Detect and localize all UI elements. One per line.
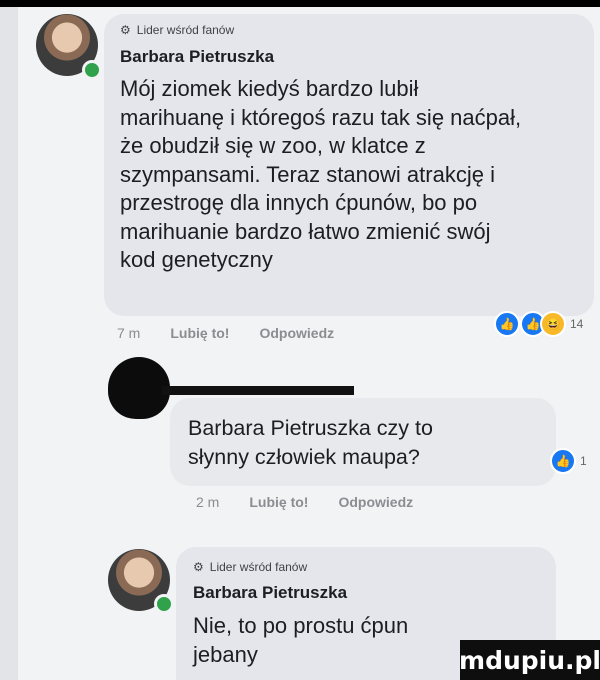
haha-reaction-icon: 😆 bbox=[540, 311, 566, 337]
top-black-bar bbox=[0, 0, 600, 7]
like-link[interactable]: Lubię to! bbox=[170, 325, 229, 341]
reaction-count: 14 bbox=[570, 317, 584, 331]
reaction-count: 1 bbox=[580, 454, 587, 468]
censored-name-bar bbox=[162, 386, 354, 395]
fan-badge-label: Lider wśród fanów bbox=[209, 560, 308, 574]
comment-actions: 2 m Lubię to! Odpowiedz bbox=[196, 494, 413, 510]
fan-badge: ⚙ Lider wśród fanów bbox=[193, 560, 307, 574]
site-watermark: mdupiu.pl bbox=[459, 640, 600, 680]
comment-text: Mój ziomek kiedyś bardzo lubił marihuanę… bbox=[120, 76, 522, 272]
comment-author[interactable]: Barbara Pietruszka bbox=[120, 47, 274, 67]
online-status-dot bbox=[154, 594, 174, 614]
comment-time[interactable]: 7 m bbox=[117, 325, 140, 341]
reply-link[interactable]: Odpowiedz bbox=[259, 325, 334, 341]
reactions-summary[interactable]: 👍 👍 😆 14 bbox=[494, 311, 583, 337]
online-status-dot bbox=[82, 60, 102, 80]
reply-link[interactable]: Odpowiedz bbox=[338, 494, 413, 510]
comment-actions: 7 m Lubię to! Odpowiedz bbox=[117, 325, 334, 341]
like-reaction-icon: 👍 bbox=[494, 311, 520, 337]
fan-badge-icon: ⚙ bbox=[193, 560, 204, 574]
reactions-summary[interactable]: 👍 1 bbox=[550, 448, 587, 474]
left-edge-strip bbox=[0, 7, 18, 680]
like-reaction-icon: 👍 bbox=[550, 448, 576, 474]
like-link[interactable]: Lubię to! bbox=[249, 494, 308, 510]
fan-badge: ⚙ Lider wśród fanów bbox=[120, 23, 234, 37]
fan-badge-icon: ⚙ bbox=[120, 23, 131, 37]
comment-author[interactable]: Barbara Pietruszka bbox=[193, 583, 347, 603]
comment-time[interactable]: 2 m bbox=[196, 494, 219, 510]
fan-badge-label: Lider wśród fanów bbox=[136, 23, 235, 37]
avatar[interactable] bbox=[108, 357, 170, 419]
comment-text: Barbara Pietruszka czy to słynny człowie… bbox=[188, 416, 433, 469]
